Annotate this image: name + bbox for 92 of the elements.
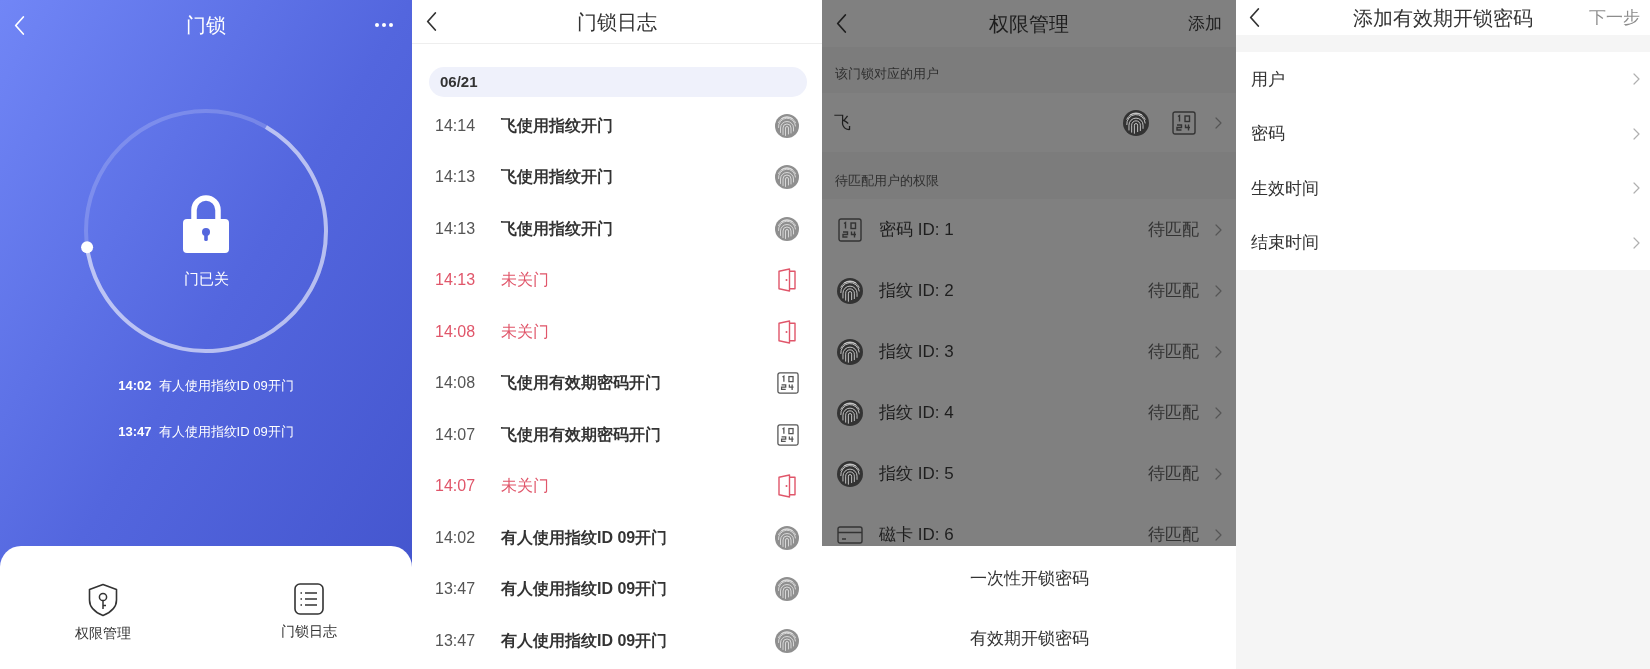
back-icon[interactable] — [1249, 8, 1260, 27]
log-time: 14:02 — [435, 528, 476, 546]
log-text: 未关门 — [501, 270, 549, 291]
log-time: 13:47 — [435, 631, 476, 649]
fingerprint-icon — [837, 338, 863, 365]
card-icon — [837, 525, 863, 544]
fingerprint-icon — [837, 277, 863, 304]
match-status: 待匹配 — [1148, 219, 1199, 240]
chevron-icon — [1215, 345, 1222, 358]
back-icon[interactable] — [426, 12, 437, 31]
fingerprint-icon — [775, 525, 799, 550]
action-button[interactable]: 门锁日志 — [281, 583, 337, 641]
list-icon — [294, 583, 324, 615]
log-time: 14:08 — [435, 322, 476, 340]
log-text: 有人使用指纹ID 09开门 — [501, 527, 668, 548]
screen-title: 权限管理 — [989, 11, 1069, 37]
chevron-icon — [1633, 236, 1640, 249]
log-time: 14:13 — [435, 219, 476, 237]
chevron-icon — [1215, 528, 1222, 541]
event-text: 有人使用指纹ID 09开门 — [158, 377, 294, 395]
log-time: 14:14 — [435, 116, 476, 134]
add-button[interactable]: 添加 — [1188, 10, 1222, 37]
chevron-icon — [1633, 73, 1640, 86]
log-text: 飞使用指纹开门 — [501, 167, 613, 188]
fingerprint-icon — [837, 460, 863, 487]
door-icon — [775, 268, 799, 293]
fingerprint-icon — [837, 399, 863, 426]
log-time: 14:13 — [435, 271, 476, 289]
keypad-icon — [838, 217, 862, 242]
chevron-icon — [1215, 406, 1222, 419]
sheet-option[interactable]: 一次性开锁密码 — [822, 548, 1236, 609]
chevron-icon — [1633, 127, 1640, 140]
screen-title: 门锁日志 — [577, 9, 657, 35]
log-time: 14:13 — [435, 168, 476, 186]
lock-status: 门已关 — [183, 269, 229, 289]
date-header: 06/21 — [429, 67, 807, 97]
log-time: 14:07 — [435, 425, 476, 443]
padlock-icon — [182, 193, 230, 253]
log-text: 飞使用有效期密码开门 — [501, 424, 661, 445]
keypad-icon — [777, 372, 799, 395]
credential-label[interactable]: 指纹 ID: 5 — [879, 463, 954, 484]
chevron-icon — [1633, 182, 1640, 195]
user-name[interactable]: 飞 — [834, 109, 851, 136]
chevron-icon — [1215, 284, 1222, 297]
chevron-icon — [1215, 223, 1222, 236]
fingerprint-icon — [775, 628, 799, 653]
keypad-icon — [1172, 110, 1196, 135]
log-time: 14:08 — [435, 374, 476, 392]
log-time: 14:07 — [435, 477, 476, 495]
log-text: 飞使用指纹开门 — [501, 218, 613, 239]
section-header: 待匹配用户的权限 — [822, 152, 1236, 199]
chevron-icon — [1215, 116, 1222, 129]
event-time: 14:02 — [118, 377, 152, 395]
fingerprint-icon — [1123, 109, 1149, 136]
fingerprint-icon — [775, 216, 799, 241]
match-status: 待匹配 — [1148, 280, 1199, 301]
chevron-icon — [1215, 467, 1222, 480]
fingerprint-icon — [775, 165, 799, 190]
log-time: 13:47 — [435, 580, 476, 598]
fingerprint-icon — [775, 113, 799, 138]
log-text: 飞使用指纹开门 — [501, 115, 613, 136]
log-text: 未关门 — [501, 321, 549, 342]
match-status: 待匹配 — [1148, 341, 1199, 362]
event-time: 13:47 — [118, 423, 152, 441]
event-text: 有人使用指纹ID 09开门 — [158, 423, 294, 441]
match-status: 待匹配 — [1148, 463, 1199, 484]
door-icon — [775, 474, 799, 499]
section-header: 该门锁对应的用户 — [822, 47, 1236, 93]
match-status: 待匹配 — [1148, 524, 1199, 545]
form-row[interactable]: 结束时间 — [1236, 215, 1650, 270]
screen-title: 添加有效期开锁密码 — [1353, 5, 1533, 31]
screen-title: 门锁 — [186, 13, 226, 38]
credential-label[interactable]: 磁卡 ID: 6 — [879, 524, 954, 545]
credential-label[interactable]: 指纹 ID: 3 — [879, 341, 954, 362]
action-button[interactable]: 权限管理 — [75, 583, 131, 643]
log-text: 飞使用有效期密码开门 — [501, 373, 661, 394]
shield-icon — [88, 583, 118, 617]
credential-label[interactable]: 指纹 ID: 4 — [879, 402, 954, 423]
log-text: 未关门 — [501, 476, 549, 497]
match-status: 待匹配 — [1148, 402, 1199, 423]
sheet-option[interactable]: 有效期开锁密码 — [822, 608, 1236, 669]
door-icon — [775, 319, 799, 344]
log-text: 有人使用指纹ID 09开门 — [501, 630, 668, 651]
keypad-icon — [777, 423, 799, 446]
more-icon[interactable] — [375, 23, 393, 27]
log-text: 有人使用指纹ID 09开门 — [501, 579, 668, 600]
form-row[interactable]: 密码 — [1236, 106, 1650, 161]
fingerprint-icon — [775, 577, 799, 602]
credential-label[interactable]: 密码 ID: 1 — [879, 219, 954, 240]
form-row[interactable]: 生效时间 — [1236, 161, 1650, 216]
credential-label[interactable]: 指纹 ID: 2 — [879, 280, 954, 301]
form-row[interactable]: 用户 — [1236, 52, 1650, 107]
